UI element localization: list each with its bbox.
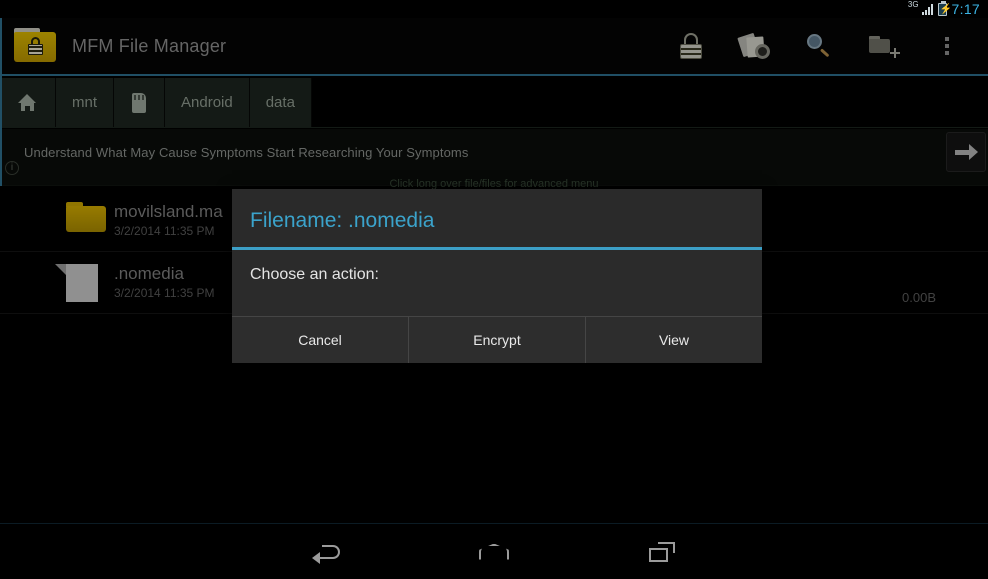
encrypt-button[interactable]: Encrypt: [409, 317, 586, 363]
status-bar: 3G ⚡ 7:17: [0, 0, 988, 18]
status-clock: 7:17: [951, 1, 980, 17]
dialog-button-row: Cancel Encrypt View: [232, 316, 762, 363]
nav-recents-button[interactable]: [634, 532, 690, 572]
nav-back-button[interactable]: [298, 532, 354, 572]
nav-home-icon: [479, 543, 509, 560]
system-navigation-bar: [0, 523, 988, 579]
nav-recents-icon: [649, 541, 675, 562]
device-screen: 3G ⚡ 7:17 MFM File Manager mnt Android d…: [0, 0, 988, 579]
network-type-label: 3G: [907, 0, 919, 9]
nav-back-icon: [312, 543, 340, 564]
dialog-header: Filename: .nomedia: [232, 189, 762, 250]
view-button[interactable]: View: [586, 317, 762, 363]
cancel-button[interactable]: Cancel: [232, 317, 409, 363]
battery-charging-icon: ⚡: [937, 0, 952, 16]
dialog-title: Filename: .nomedia: [250, 209, 435, 232]
nav-home-button[interactable]: [466, 532, 522, 572]
signal-bars-icon: [921, 3, 933, 15]
action-dialog: Filename: .nomedia Choose an action: Can…: [232, 189, 762, 363]
dialog-body: Choose an action:: [232, 250, 762, 316]
dialog-message: Choose an action:: [250, 266, 379, 283]
